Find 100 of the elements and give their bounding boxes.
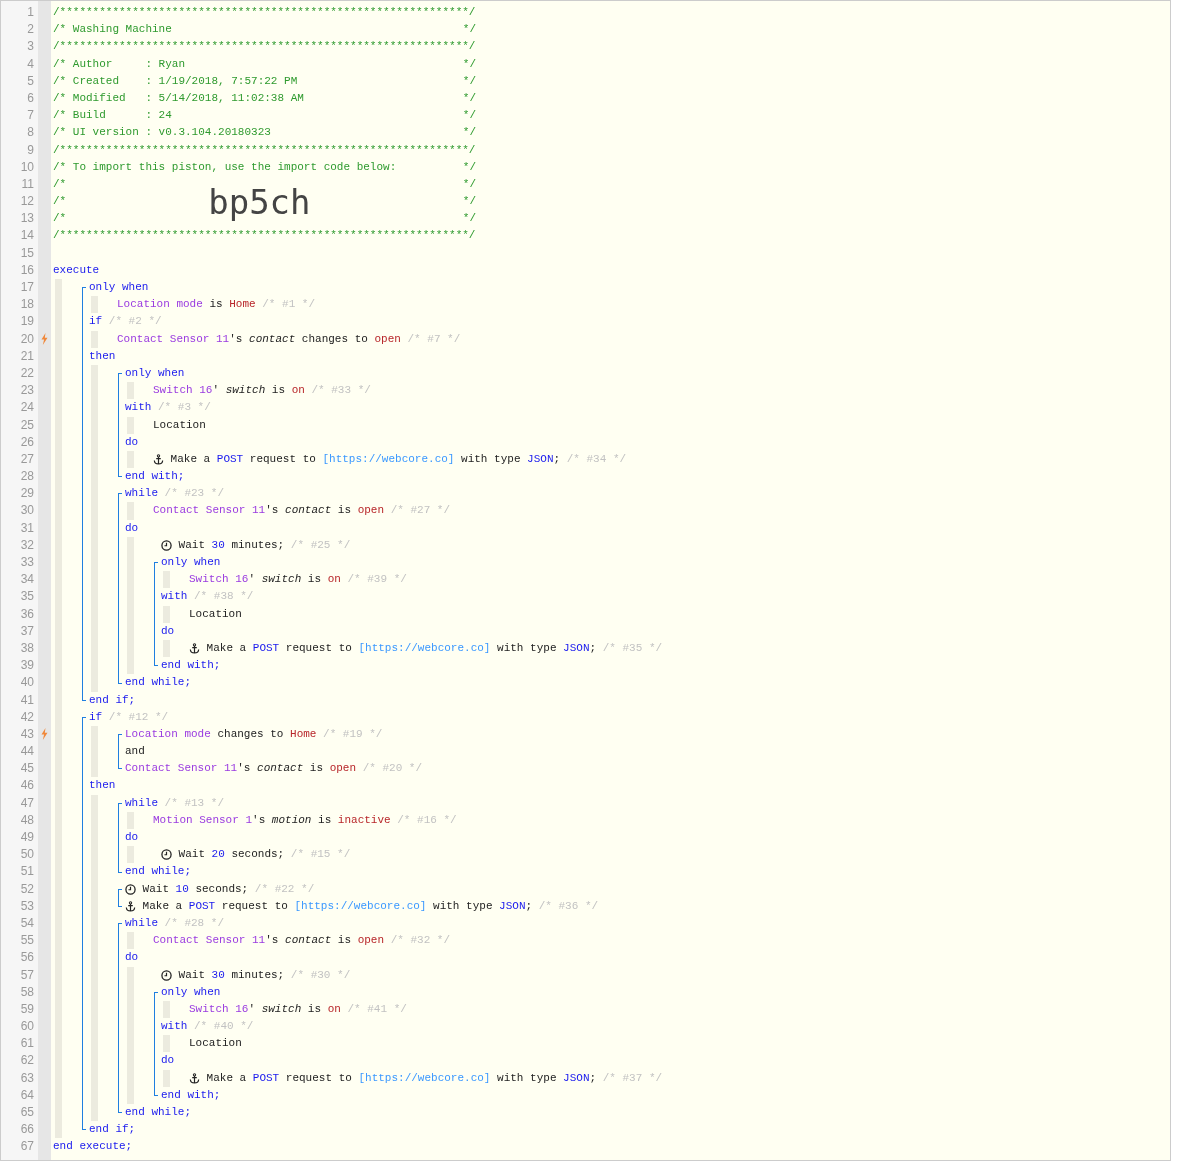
line-number: 39 — [19, 657, 35, 675]
code-text: with type — [432, 898, 494, 914]
keyword-text: end while; — [125, 864, 191, 880]
code-text: Make a — [141, 898, 184, 914]
line-number: 64 — [19, 1086, 35, 1104]
line-number: 50 — [19, 846, 35, 864]
line-number: 3 — [26, 38, 35, 56]
keyword-text: do — [161, 623, 175, 639]
comment-text: /* #36 */ — [537, 898, 599, 914]
line-number: 63 — [19, 1069, 35, 1087]
line-number: 51 — [19, 863, 35, 881]
keyword-text: only when — [89, 280, 149, 295]
keyword-text: with — [161, 1019, 188, 1035]
header-comment: /* — [53, 176, 67, 192]
code-text: ; — [589, 640, 597, 656]
line-number: 14 — [19, 227, 35, 245]
line-number: 4 — [26, 55, 35, 73]
line-number: 46 — [19, 777, 35, 795]
line-number: 23 — [19, 382, 35, 400]
line-number: 40 — [19, 674, 35, 692]
code-text: request to — [220, 898, 289, 914]
code-text: ; — [525, 898, 533, 914]
literal-text: 30 — [211, 967, 225, 983]
bracket-line — [118, 888, 122, 907]
line-number: 19 — [19, 313, 35, 331]
line-number: 60 — [19, 1018, 35, 1036]
line-number: 58 — [19, 983, 35, 1001]
header-comment: /* Created : 1/19/2018, 7:57:22 PM — [53, 73, 298, 89]
url-link[interactable]: [https://webcore.co] — [358, 1069, 491, 1087]
code-text: changes to — [216, 726, 285, 742]
keyword-text: end execute; — [53, 1139, 133, 1155]
line-number: 62 — [19, 1052, 35, 1070]
comment-text: /* #34 */ — [565, 451, 627, 467]
value-text: open — [329, 761, 357, 777]
keyword-text: end while; — [125, 1105, 191, 1120]
code-text: seconds; — [230, 847, 285, 863]
line-number: 32 — [19, 536, 35, 554]
device-name: Contact Sensor 11 — [153, 933, 266, 949]
keyword-text: if — [89, 709, 103, 725]
code-text: ; — [589, 1070, 597, 1086]
code-text: is — [317, 812, 333, 828]
line-number: 17 — [19, 279, 35, 296]
keyword-text: while — [125, 486, 158, 502]
comment-text: /* #12 */ — [107, 709, 169, 725]
value-text: open — [374, 331, 401, 347]
code-text: 's — [265, 503, 280, 519]
line-number: 35 — [19, 588, 35, 606]
comment-text: /* #20 */ — [361, 761, 423, 777]
keyword-text: while — [125, 915, 158, 931]
line-number: 66 — [19, 1121, 35, 1139]
url-link[interactable]: [https://webcore.co] — [322, 450, 455, 469]
line-number: 22 — [19, 364, 35, 382]
code-text: Location — [189, 1036, 242, 1052]
keyword-text: if — [89, 314, 103, 330]
url-link[interactable]: [https://webcore.co] — [294, 897, 427, 915]
code-text: Make a — [169, 451, 212, 467]
code-text: is — [308, 761, 325, 777]
code-text: is — [306, 572, 323, 588]
header-comment: /* — [53, 211, 67, 227]
device-name: Contact Sensor 11 — [153, 503, 266, 519]
comment-text: /* #13 */ — [163, 795, 225, 811]
line-number: 56 — [19, 949, 35, 967]
line-number: 34 — [19, 571, 35, 589]
value-text: on — [327, 1001, 341, 1017]
keyword-text: while — [125, 795, 158, 811]
literal-text: POST — [188, 898, 216, 914]
keyword-text: with — [161, 589, 188, 605]
header-comment: /**************************************************************/ — [53, 228, 476, 244]
comment-text: /* #15 */ — [289, 847, 351, 863]
code-text: Wait — [177, 537, 206, 553]
attribute-name: contact — [249, 331, 296, 347]
code-text: with type — [460, 451, 522, 467]
clock-icon — [161, 849, 172, 861]
bracket-line — [118, 733, 122, 770]
comment-text: /* #16 */ — [396, 812, 457, 828]
comment-end: */ — [462, 22, 476, 38]
line-number: 25 — [19, 416, 35, 434]
code-text: with type — [496, 640, 558, 656]
comment-text: /* #25 */ — [289, 537, 351, 553]
url-link[interactable]: [https://webcore.co] — [358, 639, 491, 658]
value-text: open — [357, 503, 385, 519]
line-number: 48 — [19, 811, 35, 829]
attribute-name: motion — [271, 812, 312, 828]
code-text: is — [336, 933, 353, 949]
code-text: 's — [237, 761, 252, 777]
code-text: Location — [153, 417, 206, 433]
value-text: open — [357, 933, 385, 949]
attribute-name: contact — [285, 933, 332, 949]
keyword-text: do — [125, 830, 139, 845]
code-text: ' — [248, 1001, 257, 1017]
header-comment: /* Author : Ryan — [53, 56, 186, 72]
line-number: 16 — [19, 261, 35, 279]
code-text: Wait — [177, 847, 206, 863]
device-name: Switch 16 — [189, 572, 249, 588]
code-text: is — [336, 503, 353, 519]
line-number: 36 — [19, 605, 35, 623]
keyword-text: do — [125, 950, 139, 966]
comment-end: */ — [462, 194, 476, 210]
anchor-icon — [189, 643, 200, 655]
literal-text: 20 — [211, 847, 225, 863]
